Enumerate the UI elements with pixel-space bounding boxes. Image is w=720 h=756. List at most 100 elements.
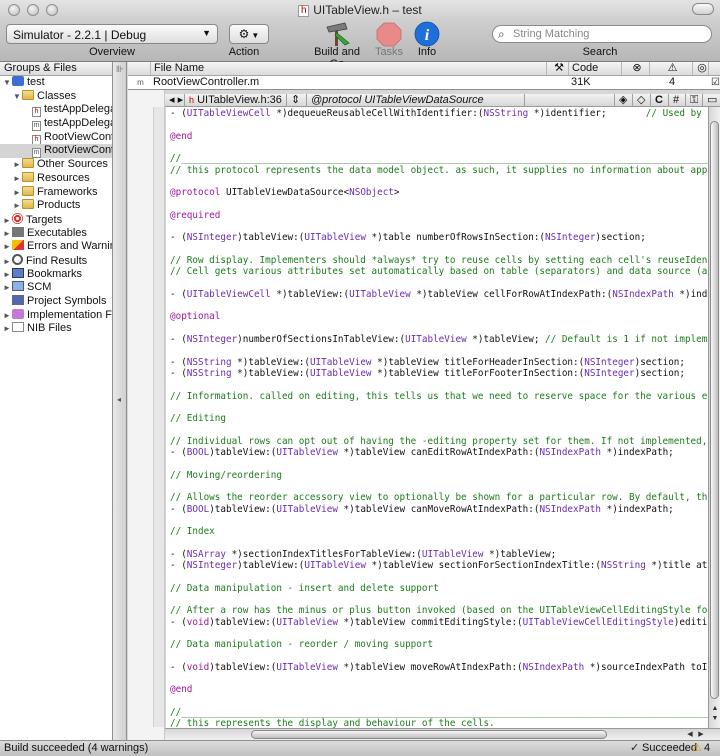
sidebar-item[interactable]: ▼ test — [0, 76, 112, 90]
code-token: @optional — [170, 311, 221, 323]
build-and-go-icon[interactable] — [323, 21, 351, 47]
sidebar-item[interactable]: ► SCM — [0, 281, 112, 295]
sidebar-item[interactable]: ► Resources — [0, 171, 112, 186]
warning-icon[interactable]: ⚠ — [692, 741, 702, 756]
disclosure-closed-icon[interactable]: ► — [12, 158, 22, 172]
sidebar-item[interactable]: ► Implementation Files — [0, 308, 112, 323]
sidebar-item[interactable]: mtestAppDelegate.m — [0, 117, 112, 132]
sidebar-item[interactable]: ► Errors and Warnings — [0, 240, 112, 254]
hammer-icon[interactable]: ⚒ — [546, 62, 568, 75]
vertical-scroll-thumb[interactable] — [710, 121, 719, 699]
sidebar-item-label: Errors and Warnings — [27, 240, 112, 253]
disclosure-closed-icon[interactable]: ► — [2, 227, 12, 241]
scroll-up-arrow-icon[interactable]: ▲ — [710, 705, 720, 712]
sidebar-splitter[interactable]: ⊪ ◂ — [113, 62, 127, 740]
disclosure-closed-icon[interactable]: ► — [2, 214, 12, 228]
code-line: - (BOOL)tableView:(UITableView *)tableVi… — [170, 504, 674, 516]
sidebar-item[interactable]: ► Bookmarks — [0, 267, 112, 282]
sidebar-item[interactable]: ▼ Classes — [0, 89, 112, 104]
code-editor[interactable]: - (UITableViewCell *)dequeueReusableCell… — [166, 107, 708, 728]
code-line: // Data manipulation - insert and delete… — [170, 583, 439, 595]
function-popup[interactable]: @protocol UITableViewDataSource — [307, 94, 525, 107]
code-token: *)tableView canEditRowAtIndexPath:( — [337, 447, 540, 458]
source-file-icon: m — [32, 148, 41, 159]
disclosure-closed-icon[interactable]: ► — [12, 172, 22, 186]
header-file-icon: h — [32, 134, 41, 145]
info-icon[interactable]: i — [413, 21, 441, 47]
sidebar-item[interactable]: ► Frameworks — [0, 185, 112, 200]
nav-spacer — [525, 94, 615, 107]
action-button[interactable]: ⚙ ▼ — [229, 24, 269, 44]
chevron-down-icon[interactable]: ⇕ — [287, 94, 307, 107]
include-icon[interactable]: # — [669, 94, 686, 107]
target-column-icon[interactable]: ◎ — [692, 62, 708, 75]
sidebar-item[interactable]: ► Targets — [0, 212, 112, 228]
column-file-name[interactable]: File Name — [150, 62, 546, 75]
sidebar-item-label: testAppDelegate.m — [44, 117, 112, 130]
sidebar-item[interactable]: mRootViewController.m — [0, 144, 112, 159]
sidebar-item[interactable]: Project Symbols — [0, 295, 112, 309]
code-line: // Row display. Implementers should *alw… — [170, 255, 708, 267]
sidebar-item[interactable]: ► Executables — [0, 226, 112, 241]
sidebar-item[interactable]: htestAppDelegate.h — [0, 103, 112, 118]
disclosure-open-icon[interactable]: ▼ — [2, 76, 12, 90]
file-list-row[interactable]: m RootViewController.m 31K 4 ☑ — [128, 76, 720, 89]
code-token: // this protocol represents the data mod… — [170, 164, 708, 176]
sidebar-item[interactable]: ► NIB Files — [0, 322, 112, 336]
sidebar-item[interactable]: ► Find Results — [0, 253, 112, 269]
scroll-down-arrow-icon[interactable]: ▼ — [710, 715, 720, 722]
bookmarks-icon[interactable]: ◈ — [615, 94, 633, 107]
code-token: UITableView — [349, 288, 411, 300]
sidebar-item-label: Other Sources — [37, 158, 108, 171]
warning-count: 4 — [704, 742, 711, 754]
vertical-scrollbar[interactable]: ▲ ▼ — [708, 107, 720, 728]
horizontal-scrollbar[interactable]: ◀ ▶ — [165, 728, 720, 740]
disclosure-closed-icon[interactable]: ► — [2, 240, 12, 254]
code-token: UITableView — [304, 232, 366, 244]
counterpart-popup[interactable]: C — [651, 94, 669, 107]
sidebar-item[interactable]: ► Products — [0, 199, 112, 213]
scroll-right-arrow-icon[interactable]: ▶ — [696, 730, 706, 738]
sidebar-item[interactable]: ► Other Sources — [0, 158, 112, 172]
warnings-column-icon[interactable]: ⚠ — [649, 62, 692, 75]
code-folding-ribbon[interactable] — [153, 107, 164, 727]
split-editor-icon[interactable]: ▭ — [703, 94, 720, 107]
splitter-handle-icon[interactable]: ◂ — [117, 395, 121, 404]
column-code[interactable]: Code — [568, 62, 621, 75]
disclosure-closed-icon[interactable]: ► — [2, 255, 12, 269]
disclosure-open-icon[interactable]: ▼ — [12, 90, 22, 104]
lock-icon[interactable]: ⚿ — [686, 94, 703, 107]
code-token: *)tableView; — [466, 334, 546, 345]
history-arrows[interactable]: ◂ ▸ — [165, 94, 185, 107]
disclosure-closed-icon[interactable]: ► — [2, 322, 12, 336]
file-type-column[interactable] — [128, 62, 150, 75]
disclosure-closed-icon[interactable]: ► — [2, 268, 12, 282]
code-token: UITableViewCellEditingStyle — [522, 616, 674, 628]
code-token: UITableViewCell — [186, 108, 271, 119]
overview-popup[interactable]: Simulator - 2.2.1 | Debug ▼ — [6, 24, 218, 44]
sidebar-item[interactable]: hRootViewController.h — [0, 131, 112, 145]
file-history-popup[interactable]: h UITableView.h:36 — [185, 94, 287, 107]
stop-tasks-icon[interactable] — [375, 21, 403, 47]
scroll-left-arrow-icon[interactable]: ◀ — [685, 730, 695, 738]
code-token: @protocol — [170, 187, 221, 199]
column-settings[interactable] — [708, 62, 720, 75]
errors-column-icon[interactable]: ⊗ — [621, 62, 649, 75]
code-size-cell: 31K — [571, 76, 591, 88]
code-token: UITableViewDataSource< — [220, 187, 350, 199]
search-field[interactable]: ⌕ String Matching — [492, 25, 712, 43]
disclosure-closed-icon[interactable]: ► — [12, 199, 22, 213]
horizontal-scroll-thumb[interactable] — [251, 730, 607, 739]
code-line: - (NSInteger)tableView:(UITableView *)ta… — [170, 560, 708, 572]
code-line: - (NSArray *)sectionIndexTitlesForTableV… — [170, 549, 556, 561]
disclosure-closed-icon[interactable]: ► — [2, 281, 12, 295]
split-view-icon[interactable]: ⊪ — [116, 64, 124, 75]
code-token: *)table numberOfRowsInSection:( — [365, 232, 546, 244]
breakpoints-icon[interactable]: ◇ — [633, 94, 651, 107]
code-token: *)tableView:( — [231, 367, 310, 379]
disclosure-closed-icon[interactable]: ► — [2, 309, 12, 323]
toolbar-toggle-button[interactable] — [692, 3, 714, 15]
disclosure-closed-icon[interactable]: ► — [12, 186, 22, 200]
code-token: - ( — [170, 356, 187, 368]
target-checkbox[interactable]: ☑ — [708, 76, 720, 89]
